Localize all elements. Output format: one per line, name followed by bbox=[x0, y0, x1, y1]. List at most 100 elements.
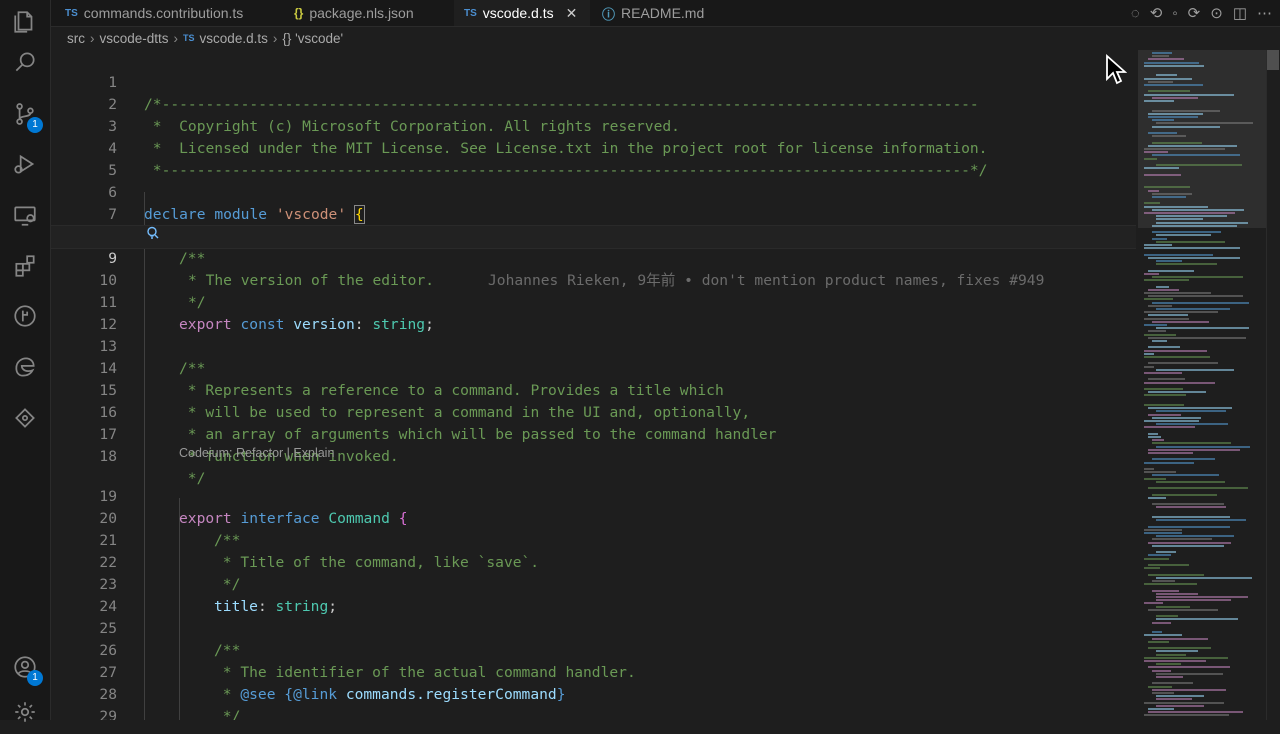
breadcrumb-file[interactable]: vscode.d.ts bbox=[200, 31, 268, 46]
minimap[interactable] bbox=[1140, 50, 1266, 720]
code-line-7: 7 bbox=[51, 182, 1136, 223]
minimap-line bbox=[1152, 55, 1170, 58]
source-control-icon[interactable]: 1 bbox=[0, 92, 50, 136]
minimap-line bbox=[1156, 672, 1224, 675]
lightbulb-icon[interactable] bbox=[146, 226, 160, 240]
minimap-line bbox=[1144, 324, 1167, 326]
minimap-line bbox=[1156, 423, 1229, 426]
tab-readme[interactable]: ⓘ README.md bbox=[592, 0, 722, 26]
code-line-10: 10 */ bbox=[51, 248, 1136, 311]
next-change-icon[interactable]: ⟳ bbox=[1188, 4, 1201, 22]
search-icon[interactable] bbox=[0, 40, 50, 84]
minimap-line bbox=[1152, 580, 1176, 582]
open-changes-icon[interactable]: ⟲ bbox=[1150, 4, 1163, 22]
code-line-30: 30 bbox=[51, 706, 1136, 720]
code-line-14: 14 * Represents a reference to a command… bbox=[51, 336, 1136, 399]
minimap-line bbox=[1148, 269, 1195, 272]
edge-devtools-icon[interactable] bbox=[0, 345, 50, 389]
tab-vscode-d-ts[interactable]: TS vscode.d.ts ✕ bbox=[454, 0, 590, 26]
minimap-line bbox=[1148, 452, 1193, 454]
minimap-line bbox=[1152, 669, 1171, 672]
minimap-line bbox=[1156, 663, 1182, 666]
gitlens-icon[interactable] bbox=[0, 294, 50, 338]
code-line-4: 4 *-------------------------------------… bbox=[51, 116, 1136, 179]
minimap-line bbox=[1152, 493, 1217, 496]
minimap-line bbox=[1144, 352, 1154, 355]
minimap-line bbox=[1152, 231, 1221, 234]
minimap-line bbox=[1156, 704, 1204, 707]
run-debug-icon[interactable] bbox=[0, 142, 50, 186]
minimap-line bbox=[1148, 541, 1231, 544]
tab-label: commands.contribution.ts bbox=[83, 5, 244, 21]
minimap-line bbox=[1156, 164, 1242, 166]
code-line-22: 22 */ bbox=[51, 530, 1136, 593]
minimap-line bbox=[1144, 61, 1199, 64]
minimap-line bbox=[1144, 253, 1214, 256]
scrollbar-thumb[interactable] bbox=[1267, 50, 1279, 70]
chevron-right-icon: › bbox=[272, 30, 278, 46]
settings-gear-icon[interactable] bbox=[0, 690, 50, 734]
tab-package-nls-json[interactable]: {} package.nls.json bbox=[284, 0, 434, 26]
minimap-line bbox=[1144, 93, 1234, 96]
minimap-line bbox=[1148, 304, 1173, 307]
breadcrumb-src[interactable]: src bbox=[67, 31, 85, 46]
code-editor[interactable]: 1 /*------------------------------------… bbox=[51, 50, 1136, 720]
codeium-codelens[interactable]: Codeium: Refactor | Explain bbox=[179, 446, 334, 460]
code-line-25: 25 /** bbox=[51, 596, 1136, 659]
minimap-line bbox=[1148, 708, 1174, 710]
minimap-line bbox=[1152, 208, 1244, 211]
minimap-line bbox=[1156, 122, 1254, 125]
info-file-icon: ⓘ bbox=[602, 6, 616, 22]
more-actions-icon[interactable]: ⋯ bbox=[1257, 4, 1272, 22]
gitlens-inspect-icon[interactable]: ⊙ bbox=[1210, 4, 1223, 22]
minimap-line bbox=[1144, 151, 1168, 154]
minimap-line bbox=[1148, 330, 1166, 333]
minimap-line bbox=[1144, 404, 1184, 406]
breadcrumb-folder[interactable]: vscode-dtts bbox=[100, 31, 169, 46]
minimap-line bbox=[1148, 362, 1219, 365]
breadcrumb-symbol[interactable]: {} 'vscode' bbox=[282, 31, 343, 46]
code-line-2: 2 * Copyright (c) Microsoft Corporation.… bbox=[51, 72, 1136, 135]
hide-blame-icon[interactable]: ◌ bbox=[1131, 5, 1140, 22]
code-line-12: 12 bbox=[51, 292, 1136, 333]
minimap-line bbox=[1148, 116, 1198, 118]
minimap-line bbox=[1156, 596, 1248, 598]
tab-commands-contribution[interactable]: TS commands.contribution.ts bbox=[55, 0, 270, 26]
minimap-line bbox=[1156, 218, 1204, 221]
remote-explorer-icon[interactable] bbox=[0, 193, 50, 237]
accounts-icon[interactable]: 1 bbox=[0, 645, 50, 689]
minimap-line bbox=[1152, 192, 1193, 195]
code-line-17: 17 * function when invoked. bbox=[51, 402, 1136, 465]
minimap-line bbox=[1156, 308, 1230, 310]
minimap-line bbox=[1148, 346, 1180, 349]
split-editor-icon[interactable]: ◫ bbox=[1233, 4, 1247, 22]
minimap-line bbox=[1152, 688, 1226, 691]
minimap-line bbox=[1144, 247, 1241, 250]
mouse-pointer-icon bbox=[1106, 54, 1127, 85]
typescript-file-icon: TS bbox=[65, 7, 78, 19]
code-line-24: 24 bbox=[51, 574, 1136, 615]
minimap-line bbox=[1148, 711, 1243, 714]
code-line-16: 16 * an array of arguments which will be… bbox=[51, 380, 1136, 443]
minimap-line bbox=[1144, 602, 1163, 605]
minimap-line bbox=[1152, 135, 1186, 138]
close-icon[interactable]: ✕ bbox=[566, 5, 578, 22]
minimap-line bbox=[1156, 240, 1226, 243]
minimap-line bbox=[1148, 80, 1174, 83]
minimap-line bbox=[1144, 468, 1155, 470]
vertical-scrollbar[interactable] bbox=[1266, 50, 1280, 720]
chevron-right-icon: › bbox=[90, 30, 95, 46]
minimap-line bbox=[1148, 432, 1158, 435]
minimap-line bbox=[1152, 237, 1167, 240]
minimap-line bbox=[1152, 154, 1241, 157]
minimap-line bbox=[1156, 650, 1199, 653]
explorer-icon[interactable] bbox=[0, 0, 50, 44]
json-file-icon: {} bbox=[294, 6, 304, 20]
previous-change-icon[interactable]: ◦ bbox=[1172, 5, 1177, 22]
codeium-icon[interactable] bbox=[0, 396, 50, 440]
minimap-line bbox=[1148, 608, 1218, 611]
extensions-icon[interactable] bbox=[0, 244, 50, 288]
minimap-line bbox=[1144, 272, 1160, 275]
minimap-line bbox=[1152, 224, 1237, 227]
minimap-line bbox=[1152, 301, 1249, 304]
